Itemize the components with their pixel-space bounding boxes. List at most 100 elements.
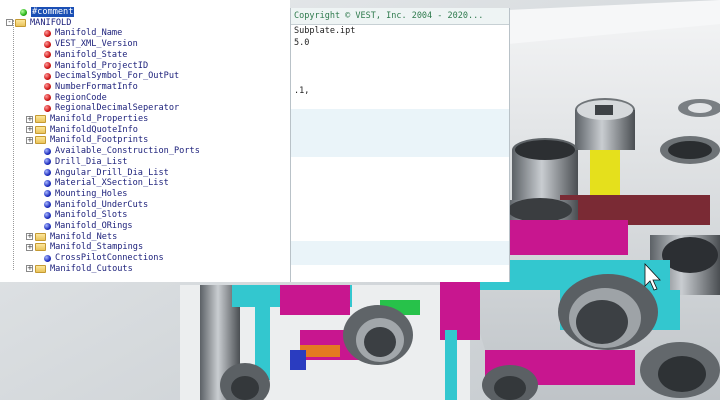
- tree-item-label: #comment: [31, 7, 75, 17]
- red-dot-icon: [44, 104, 51, 112]
- editor-value-row[interactable]: [291, 49, 509, 61]
- tree-item-crosspilotconnections[interactable]: CrossPilotConnections: [44, 253, 164, 263]
- blue-dot-icon: [44, 190, 51, 198]
- editor-value-row[interactable]: [291, 109, 509, 121]
- tree-item-regionaldecimalseperator[interactable]: RegionalDecimalSeperator: [44, 103, 179, 113]
- tree-item-manifold-footprints[interactable]: + Manifold_Footprints: [26, 135, 148, 145]
- expand-icon[interactable]: +: [26, 233, 33, 241]
- editor-value-row[interactable]: [291, 253, 509, 265]
- editor-value-row[interactable]: [291, 61, 509, 73]
- tree-item-manifoldquoteinfo[interactable]: + ManifoldQuoteInfo: [26, 125, 138, 135]
- expand-icon[interactable]: +: [26, 136, 33, 144]
- tree-item-angular-drill-dia-list[interactable]: Angular_Drill_Dia_List: [44, 168, 169, 178]
- tree-item-label: VEST_XML_Version: [55, 39, 138, 50]
- tree-item-manifold-undercuts[interactable]: Manifold_UnderCuts: [44, 200, 148, 210]
- editor-value-row[interactable]: [291, 265, 509, 277]
- tree-item-vest-xml-version[interactable]: VEST_XML_Version: [44, 39, 138, 49]
- editor-value-row[interactable]: [291, 73, 509, 85]
- blue-dot-icon: [44, 201, 51, 209]
- tree-item-manifold-orings[interactable]: Manifold_ORings: [44, 221, 133, 231]
- tree-item-label: Mounting_Holes: [55, 188, 128, 199]
- folder-icon: [35, 115, 46, 123]
- editor-value-row[interactable]: [291, 97, 509, 109]
- red-dot-icon: [44, 62, 51, 69]
- tree-item-drill-dia-list[interactable]: Drill_Dia_List: [44, 157, 127, 167]
- editor-value-row[interactable]: [291, 277, 509, 282]
- editor-value-row[interactable]: 5.0: [291, 37, 509, 49]
- editor-value-row[interactable]: [291, 241, 509, 253]
- editor-value-row[interactable]: .1,: [291, 85, 509, 97]
- tree-item-regioncode[interactable]: RegionCode: [44, 93, 107, 103]
- tree-connector-line: [13, 20, 14, 270]
- tree-item-manifold-state[interactable]: Manifold_State: [44, 50, 127, 60]
- folder-icon: [15, 18, 26, 27]
- collapse-icon[interactable]: -: [6, 19, 13, 27]
- tree-item-manifold-cutouts[interactable]: + Manifold_Cutouts: [26, 264, 133, 274]
- expand-icon[interactable]: +: [26, 115, 33, 123]
- green-dot-icon: [20, 8, 27, 16]
- tree-item-manifold-name[interactable]: Manifold_Name: [44, 28, 122, 38]
- tree-item-manifold-nets[interactable]: + Manifold_Nets: [26, 232, 117, 242]
- tree-item-label: Manifold_State: [55, 49, 128, 60]
- tree-item-label: Manifold_ProjectID: [55, 60, 149, 71]
- tree-item-manifold-stampings[interactable]: + Manifold_Stampings: [26, 242, 143, 252]
- xml-tree-panel[interactable]: #comment - MANIFOLD Manifold_Name VEST_XML_V…: [0, 0, 290, 282]
- editor-value-row[interactable]: [291, 157, 509, 169]
- red-dot-icon: [44, 83, 51, 91]
- editor-value-row[interactable]: [291, 193, 509, 205]
- editor-value-row[interactable]: [291, 145, 509, 157]
- blue-dot-icon: [44, 179, 51, 187]
- tree-item-label: DecimalSymbol_For_OutPut: [55, 71, 180, 82]
- tree-item-comment[interactable]: #comment: [20, 7, 75, 17]
- tree-item-label: Manifold_Properties: [50, 114, 149, 124]
- expand-icon[interactable]: +: [26, 126, 33, 134]
- tree-item-manifold[interactable]: - MANIFOLD: [6, 18, 71, 28]
- red-dot-icon: [44, 94, 51, 102]
- editor-value-row[interactable]: [291, 217, 509, 229]
- tree-item-label: CrossPilotConnections: [55, 253, 164, 264]
- red-dot-icon: [44, 72, 51, 80]
- tree-item-manifold-projectid[interactable]: Manifold_ProjectID: [44, 61, 148, 71]
- tree-item-label: MANIFOLD: [30, 17, 72, 28]
- tree-item-label: Manifold_Slots: [55, 210, 128, 221]
- editor-value-row[interactable]: [291, 121, 509, 133]
- tree-item-available-construction-ports[interactable]: Available_Construction_Ports: [44, 146, 200, 156]
- tree-item-label: ManifoldQuoteInfo: [50, 124, 138, 135]
- editor-value-row[interactable]: Subplate.ipt: [291, 25, 509, 37]
- tree-item-label: Angular_Drill_Dia_List: [55, 167, 169, 178]
- blue-dot-icon: [44, 254, 51, 262]
- folder-icon: [35, 243, 46, 252]
- red-dot-icon: [44, 40, 51, 48]
- editor-value-row[interactable]: [291, 205, 509, 217]
- expand-icon[interactable]: +: [26, 243, 33, 251]
- tree-item-label: RegionCode: [55, 92, 107, 103]
- tree-item-label: Manifold_ORings: [55, 221, 133, 231]
- tree-item-label: Material_XSection_List: [55, 178, 169, 189]
- folder-icon: [35, 232, 46, 241]
- xml-value-editor[interactable]: Copyright © VEST, Inc. 2004 - 2020... Su…: [290, 8, 510, 282]
- tree-item-label: Manifold_Stampings: [50, 242, 144, 253]
- tree-item-decimalsymbol-for-output[interactable]: DecimalSymbol_For_OutPut: [44, 71, 179, 81]
- tree-item-label: Manifold_UnderCuts: [55, 199, 149, 210]
- tree-item-mounting-holes[interactable]: Mounting_Holes: [44, 189, 127, 199]
- editor-rows[interactable]: Subplate.ipt 5.0 .1,: [291, 25, 509, 282]
- tree-item-manifold-slots[interactable]: Manifold_Slots: [44, 210, 127, 220]
- blue-dot-icon: [44, 169, 51, 176]
- editor-value-row[interactable]: [291, 169, 509, 181]
- tree-item-numberformatinfo[interactable]: NumberFormatInfo: [44, 82, 138, 92]
- red-dot-icon: [44, 29, 51, 37]
- blue-dot-icon: [44, 158, 51, 166]
- editor-value-row[interactable]: [291, 181, 509, 193]
- expand-icon[interactable]: +: [26, 265, 33, 273]
- folder-icon: [35, 264, 46, 273]
- editor-value-row[interactable]: [291, 229, 509, 241]
- tree-item-label: NumberFormatInfo: [55, 81, 138, 92]
- blue-dot-icon: [44, 147, 51, 155]
- tree-item-manifold-properties[interactable]: + Manifold_Properties: [26, 114, 148, 124]
- tree-item-label: Manifold_Footprints: [50, 135, 149, 146]
- tree-item-material-xsection-list[interactable]: Material_XSection_List: [44, 178, 169, 188]
- editor-value-row[interactable]: [291, 133, 509, 145]
- tree-item-label: Manifold_Nets: [50, 231, 118, 242]
- tree-item-label: Manifold_Cutouts: [50, 263, 133, 274]
- folder-icon: [35, 125, 46, 134]
